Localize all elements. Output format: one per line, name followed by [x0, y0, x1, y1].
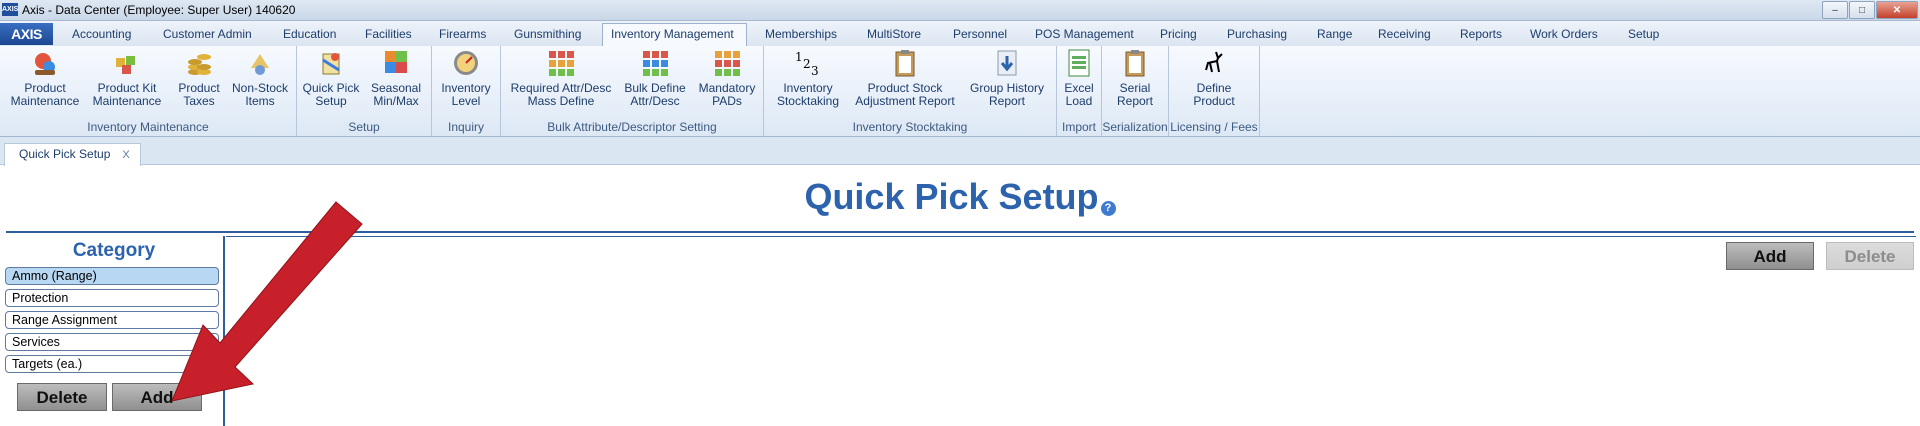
- document-tab-strip: Quick Pick Setup X: [0, 137, 1920, 166]
- mandatory-pads-button[interactable]: Mandatory PADs: [695, 48, 759, 108]
- category-delete-button[interactable]: Delete: [17, 383, 107, 411]
- grid-icon: [715, 51, 740, 76]
- app-icon: AXIS: [2, 3, 18, 16]
- category-add-button[interactable]: Add: [112, 383, 202, 411]
- quick-pick-icon: [322, 53, 340, 75]
- ribbon-group-caption: Bulk Attribute/Descriptor Setting: [547, 120, 717, 134]
- ribbon-group-caption: Inventory Stocktaking: [852, 120, 968, 134]
- inventory-level-button[interactable]: Inventory Level: [435, 48, 497, 108]
- help-icon[interactable]: ?: [1100, 201, 1116, 216]
- tab-range[interactable]: Range: [1317, 26, 1352, 46]
- tab-reports[interactable]: Reports: [1460, 26, 1502, 46]
- ribbon-group-caption: Inquiry: [447, 120, 485, 134]
- ribbon-group-inquiry: Inventory Level Inquiry: [432, 46, 501, 136]
- category-item-services[interactable]: Services: [5, 333, 219, 351]
- svg-text:2: 2: [803, 57, 811, 71]
- close-tab-icon[interactable]: X: [122, 149, 129, 161]
- category-item-targets[interactable]: Targets (ea.): [5, 355, 219, 373]
- non-stock-icon: [251, 54, 269, 75]
- item-add-button[interactable]: Add: [1726, 242, 1814, 270]
- axis-logo[interactable]: AXIS: [0, 23, 53, 45]
- quick-pick-setup-button[interactable]: Quick Pick Setup: [299, 48, 363, 108]
- tab-purchasing[interactable]: Purchasing: [1227, 26, 1287, 46]
- seasonal-min-max-button[interactable]: Seasonal Min/Max: [365, 48, 427, 108]
- ribbon-group-caption: Setup: [348, 120, 380, 134]
- coins-icon: [188, 54, 211, 75]
- inventory-stocktaking-button[interactable]: 123 Inventory Stocktaking: [768, 48, 848, 108]
- ribbon-group-setup: Quick Pick Setup Seasonal Min/Max Setup: [297, 46, 432, 136]
- tab-work-orders[interactable]: Work Orders: [1530, 26, 1598, 46]
- tab-education[interactable]: Education: [283, 26, 336, 46]
- category-header: Category: [72, 240, 156, 261]
- tab-pricing[interactable]: Pricing: [1160, 26, 1197, 46]
- divider: [6, 231, 1914, 233]
- close-icon[interactable]: ✕: [1876, 1, 1918, 19]
- ribbon-group-caption: Import: [1061, 120, 1096, 134]
- ribbon-group-caption: Serialization: [1102, 120, 1168, 134]
- ribbon-group-caption: Licensing / Fees: [1170, 120, 1258, 134]
- product-kit-maintenance-button[interactable]: Product Kit Maintenance: [88, 48, 166, 108]
- ribbon-group-caption: Inventory Maintenance: [87, 120, 209, 134]
- page-title-text: Quick Pick Setup: [804, 176, 1099, 217]
- tab-personnel[interactable]: Personnel: [953, 26, 1007, 46]
- grid-icon: [643, 51, 668, 76]
- grid-icon: [549, 51, 574, 76]
- ribbon-group-inventory-stocktaking: 123 Inventory Stocktaking Product Stock …: [764, 46, 1057, 136]
- tab-multistore[interactable]: MultiStore: [867, 26, 921, 46]
- doc-tab-label: Quick Pick Setup: [19, 147, 111, 161]
- serial-report-button[interactable]: Serial Report: [1106, 48, 1164, 108]
- ribbon: Product Maintenance Product Kit Maintena…: [0, 46, 1920, 137]
- category-item-range-assignment[interactable]: Range Assignment: [5, 311, 219, 329]
- tab-firearms[interactable]: Firearms: [439, 26, 486, 46]
- page-title: Quick Pick Setup?: [0, 176, 1920, 218]
- product-maintenance-icon: [35, 53, 55, 75]
- bulk-define-attr-desc-button[interactable]: Bulk Define Attr/Desc: [619, 48, 691, 108]
- window-title: Axis - Data Center (Employee: Super User…: [22, 3, 296, 17]
- non-stock-items-button[interactable]: Non-Stock Items: [228, 48, 292, 108]
- tab-receiving[interactable]: Receiving: [1378, 26, 1431, 46]
- title-bar: AXIS Axis - Data Center (Employee: Super…: [0, 0, 1920, 21]
- ribbon-group-import: Excel Load Import: [1057, 46, 1102, 136]
- numbers-icon: 123: [795, 50, 819, 78]
- clipboard-icon: [1125, 50, 1145, 77]
- minimize-icon[interactable]: –: [1822, 1, 1848, 19]
- divider: [223, 236, 225, 426]
- tab-gunsmithing[interactable]: Gunsmithing: [514, 26, 581, 46]
- seasonal-icon: [385, 51, 407, 73]
- category-item-ammo-range[interactable]: Ammo (Range): [5, 267, 219, 285]
- maximize-icon[interactable]: □: [1849, 1, 1875, 19]
- item-delete-button[interactable]: Delete: [1826, 242, 1914, 270]
- category-item-protection[interactable]: Protection: [5, 289, 219, 307]
- excel-load-button[interactable]: Excel Load: [1059, 48, 1099, 108]
- tab-memberships[interactable]: Memberships: [765, 26, 837, 46]
- product-maintenance-button[interactable]: Product Maintenance: [6, 48, 84, 108]
- tab-accounting[interactable]: Accounting: [72, 26, 131, 46]
- svg-text:3: 3: [811, 64, 819, 78]
- required-attr-desc-mass-define-button[interactable]: Required Attr/Desc Mass Define: [507, 48, 615, 108]
- tab-inventory-management[interactable]: Inventory Management: [602, 23, 747, 46]
- ribbon-group-serialization: Serial Report Serialization: [1102, 46, 1169, 136]
- gauge-icon: [454, 51, 478, 75]
- ribbon-group-licensing-fees: Define Product Licensing / Fees: [1169, 46, 1260, 136]
- product-stock-adjustment-report-button[interactable]: Product Stock Adjustment Report: [850, 48, 960, 108]
- group-history-report-button[interactable]: Group History Report: [962, 48, 1052, 108]
- ribbon-group-inventory-maintenance: Product Maintenance Product Kit Maintena…: [0, 46, 297, 136]
- clipboard-icon: [895, 50, 915, 77]
- menu-bar: AXIS Accounting Customer Admin Education…: [0, 21, 1920, 47]
- svg-text:1: 1: [795, 50, 803, 64]
- window-controls: – □ ✕: [1821, 1, 1918, 19]
- tab-customer-admin[interactable]: Customer Admin: [163, 26, 252, 46]
- tab-pos-management[interactable]: POS Management: [1035, 26, 1134, 46]
- product-kit-icon: [116, 56, 135, 74]
- ribbon-group-bulk-attribute: Required Attr/Desc Mass Define Bulk Defi…: [501, 46, 764, 136]
- define-product-button[interactable]: Define Product: [1183, 48, 1245, 108]
- tab-facilities[interactable]: Facilities: [365, 26, 412, 46]
- divider: [226, 236, 1916, 237]
- download-icon: [997, 50, 1017, 76]
- excel-icon: [1068, 49, 1090, 77]
- deer-icon: [1205, 51, 1223, 73]
- product-taxes-button[interactable]: Product Taxes: [170, 48, 228, 108]
- tab-setup[interactable]: Setup: [1628, 26, 1659, 46]
- tab-quick-pick-setup[interactable]: Quick Pick Setup X: [4, 143, 141, 166]
